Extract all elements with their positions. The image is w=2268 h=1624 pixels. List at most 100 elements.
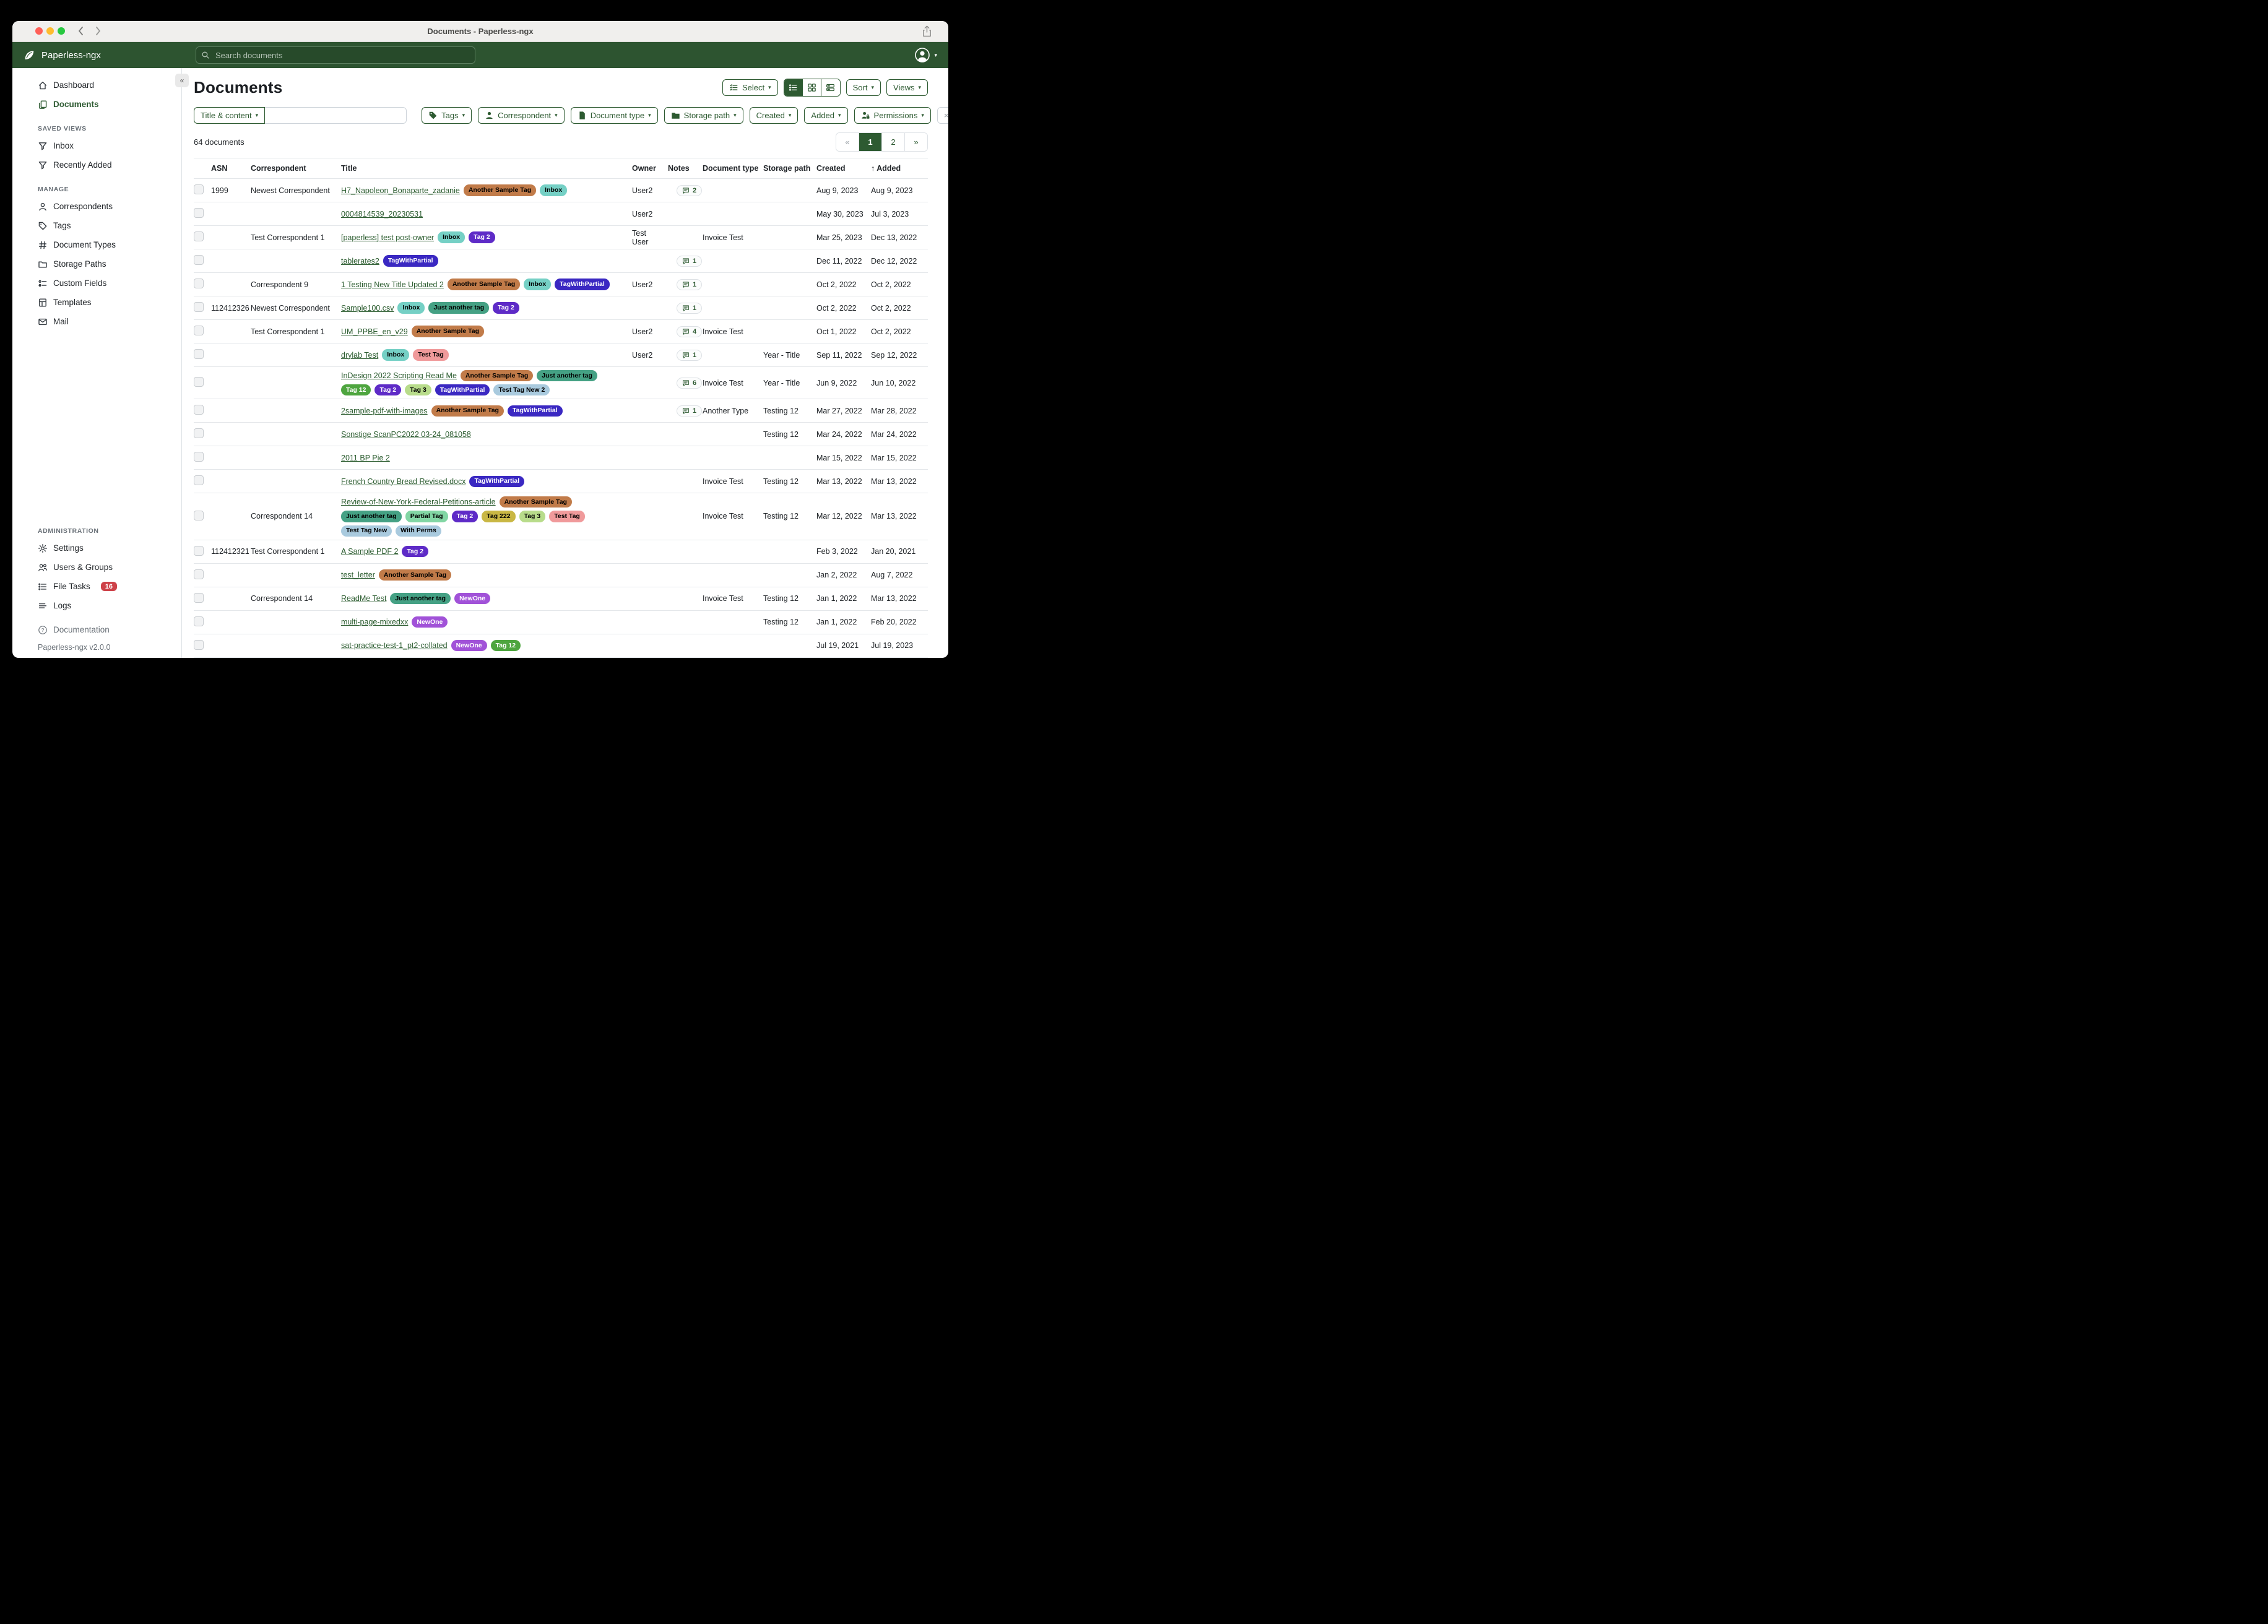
sidebar-item-file-tasks[interactable]: File Tasks 16 <box>12 577 181 596</box>
table-row[interactable]: multi-page-mixedxxNewOneTesting 12Jan 1,… <box>194 611 928 634</box>
sidebar-item-users-groups[interactable]: Users & Groups <box>12 558 181 577</box>
tag-badge[interactable]: TagWithPartial <box>555 279 610 290</box>
tag-badge[interactable]: Test Tag <box>413 349 449 360</box>
tag-badge[interactable]: Test Tag New 2 <box>493 384 550 395</box>
reset-filters-button[interactable]: × Reset filters <box>937 107 948 124</box>
share-icon[interactable] <box>922 25 932 40</box>
table-row[interactable]: sat-practice-test-1_pt2-collatedNewOneTa… <box>194 634 928 658</box>
row-checkbox[interactable] <box>194 511 204 520</box>
sidebar-item-correspondents[interactable]: Correspondents <box>12 197 181 216</box>
document-link[interactable]: multi-page-mixedxx <box>341 618 408 626</box>
tag-badge[interactable]: Tag 2 <box>452 511 478 522</box>
notes-badge[interactable]: 1 <box>677 279 702 290</box>
document-link[interactable]: test_letter <box>341 571 375 579</box>
tag-badge[interactable]: Test Tag New <box>341 525 392 537</box>
grid-view-button[interactable] <box>803 79 821 96</box>
notes-badge[interactable]: 1 <box>677 256 702 267</box>
zoom-window-button[interactable] <box>58 27 65 35</box>
row-checkbox[interactable] <box>194 428 204 438</box>
table-row[interactable]: 2011 BP Pie 2Mar 15, 2022Mar 15, 2022 <box>194 446 928 470</box>
brand[interactable]: Paperless-ngx <box>22 48 101 62</box>
forward-icon[interactable] <box>92 25 104 37</box>
tag-badge[interactable]: Tag 2 <box>493 302 519 313</box>
row-checkbox[interactable] <box>194 546 204 556</box>
title-content-input[interactable] <box>265 107 407 124</box>
document-link[interactable]: Review-of-New-York-Federal-Petitions-art… <box>341 498 496 506</box>
pagination-page-1[interactable]: 1 <box>859 133 882 151</box>
table-row[interactable]: Sonstige ScanPC2022 03-24_081058Testing … <box>194 423 928 446</box>
table-row[interactable]: 112412326Newest CorrespondentSample100.c… <box>194 296 928 320</box>
notes-badge[interactable]: 1 <box>677 350 702 361</box>
table-row[interactable]: 112412321Test Correspondent 1A Sample PD… <box>194 540 928 564</box>
tag-badge[interactable]: Another Sample Tag <box>461 370 533 381</box>
close-window-button[interactable] <box>35 27 43 35</box>
header-created[interactable]: Created <box>816 164 871 173</box>
list-view-button[interactable] <box>784 79 803 96</box>
notes-badge[interactable]: 1 <box>677 303 702 314</box>
row-checkbox[interactable] <box>194 326 204 335</box>
tag-badge[interactable]: Inbox <box>438 231 465 243</box>
tag-badge[interactable]: Another Sample Tag <box>464 184 536 196</box>
document-link[interactable]: ReadMe Test <box>341 594 386 603</box>
storage-path-filter-button[interactable]: Storage path ▾ <box>664 107 743 124</box>
user-menu[interactable]: ▾ <box>914 47 937 63</box>
table-row[interactable]: InDesign 2022 Scripting Read Me Another S… <box>194 367 928 399</box>
tag-badge[interactable]: Inbox <box>382 349 409 360</box>
document-type-filter-button[interactable]: Document type ▾ <box>571 107 658 124</box>
table-row[interactable]: 0004814539_20230531User2May 30, 2023Jul … <box>194 202 928 226</box>
tag-badge[interactable]: Inbox <box>524 279 551 290</box>
document-link[interactable]: sat-practice-test-1_pt2-collated <box>341 641 448 650</box>
table-row[interactable]: French Country Bread Revised.docxTagWith… <box>194 470 928 493</box>
tag-badge[interactable]: Test Tag <box>549 511 585 522</box>
sidebar-item-dashboard[interactable]: Dashboard <box>12 76 181 95</box>
tag-badge[interactable]: Inbox <box>540 184 567 196</box>
sidebar-item-inbox[interactable]: Inbox <box>12 136 181 155</box>
header-title[interactable]: Title <box>341 164 632 173</box>
tag-badge[interactable]: Tag 222 <box>482 511 515 522</box>
row-checkbox[interactable] <box>194 640 204 650</box>
row-checkbox[interactable] <box>194 184 204 194</box>
sort-button[interactable]: Sort ▾ <box>846 79 881 96</box>
header-added[interactable]: ↑Added <box>871 164 928 173</box>
header-correspondent[interactable]: Correspondent <box>251 164 341 173</box>
tag-badge[interactable]: Tag 2 <box>402 546 428 557</box>
search-input[interactable] <box>214 50 470 61</box>
document-link[interactable]: Sonstige ScanPC2022 03-24_081058 <box>341 430 471 439</box>
notes-badge[interactable]: 4 <box>677 326 702 337</box>
notes-badge[interactable]: 6 <box>677 378 702 389</box>
sidebar-item-logs[interactable]: Logs <box>12 596 181 615</box>
tag-badge[interactable]: Tag 3 <box>405 384 431 395</box>
table-row[interactable]: 1999Newest CorrespondentH7_Napoleon_Bona… <box>194 179 928 202</box>
row-checkbox[interactable] <box>194 302 204 312</box>
detail-view-button[interactable] <box>821 79 840 96</box>
document-link[interactable]: A Sample PDF 2 <box>341 547 398 556</box>
table-row[interactable]: test_letterAnother Sample TagJan 2, 2022… <box>194 564 928 587</box>
tag-badge[interactable]: NewOne <box>454 593 490 604</box>
table-row[interactable]: drylab TestInboxTest TagUser21Year - Tit… <box>194 343 928 367</box>
tag-badge[interactable]: Tag 3 <box>519 511 546 522</box>
tag-badge[interactable]: Tag 12 <box>341 384 371 395</box>
table-row[interactable]: Correspondent 91 Testing New Title Updat… <box>194 273 928 296</box>
tag-badge[interactable]: Tag 2 <box>374 384 401 395</box>
table-row[interactable]: Correspondent 14Review-of-New-York-Feder… <box>194 493 928 540</box>
sidebar-item-storage-paths[interactable]: Storage Paths <box>12 254 181 274</box>
document-link[interactable]: 2011 BP Pie 2 <box>341 454 390 462</box>
sidebar-item-mail[interactable]: Mail <box>12 312 181 331</box>
tag-badge[interactable]: Another Sample Tag <box>379 569 451 581</box>
row-checkbox[interactable] <box>194 231 204 241</box>
tag-badge[interactable]: Just another tag <box>537 370 597 381</box>
tag-badge[interactable]: TagWithPartial <box>435 384 490 395</box>
header-document-type[interactable]: Document type <box>703 164 763 173</box>
document-link[interactable]: InDesign 2022 Scripting Read Me <box>341 371 457 380</box>
document-link[interactable]: 2sample-pdf-with-images <box>341 407 428 415</box>
document-link[interactable]: 0004814539_20230531 <box>341 210 423 218</box>
pagination-page-2[interactable]: 2 <box>882 133 905 151</box>
sidebar-item-documents[interactable]: Documents <box>12 95 181 114</box>
notes-badge[interactable]: 2 <box>677 185 702 196</box>
table-row[interactable]: Test Correspondent 1UM_PPBE_en_v29Anothe… <box>194 320 928 343</box>
header-owner[interactable]: Owner <box>632 164 668 173</box>
sidebar-item-document-types[interactable]: Document Types <box>12 235 181 254</box>
row-checkbox[interactable] <box>194 593 204 603</box>
views-button[interactable]: Views ▾ <box>886 79 928 96</box>
pagination-first[interactable]: « <box>836 133 859 151</box>
